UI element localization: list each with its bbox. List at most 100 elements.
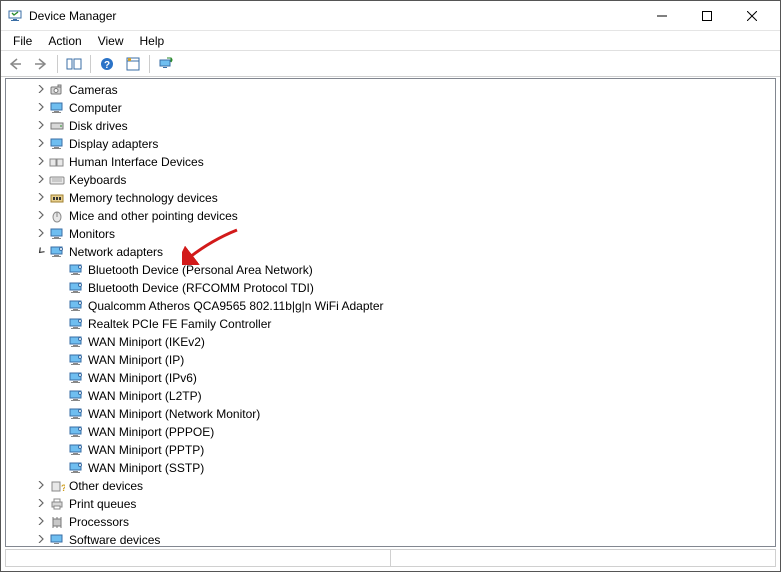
chevron-right-icon[interactable] [35,137,47,149]
disk-icon [49,118,65,134]
chevron-spacer [54,443,66,455]
net-icon [68,298,84,314]
minimize-button[interactable] [639,2,684,30]
tree-category-computer[interactable]: Computer [12,99,775,117]
menu-view[interactable]: View [90,32,132,50]
net-icon [68,424,84,440]
camera-icon [49,82,65,98]
net-icon [68,280,84,296]
tree-node-label: Processors [69,515,129,529]
tree-node-label: Human Interface Devices [69,155,204,169]
chevron-spacer [54,461,66,473]
tree-node-label: Memory technology devices [69,191,218,205]
tree-device-network-5[interactable]: WAN Miniport (IP) [12,351,775,369]
tree-device-network-0[interactable]: Bluetooth Device (Personal Area Network) [12,261,775,279]
tree-node-label: WAN Miniport (L2TP) [88,389,202,403]
other-icon: ? [49,478,65,494]
tree-node-label: WAN Miniport (Network Monitor) [88,407,260,421]
tree-category-hid[interactable]: Human Interface Devices [12,153,775,171]
tree-device-network-6[interactable]: WAN Miniport (IPv6) [12,369,775,387]
chevron-right-icon[interactable] [35,497,47,509]
net-icon [68,352,84,368]
computer-icon [49,100,65,116]
keyboard-icon [49,172,65,188]
tree-node-label: WAN Miniport (SSTP) [88,461,204,475]
tree-node-label: WAN Miniport (IP) [88,353,184,367]
chevron-right-icon[interactable] [35,227,47,239]
chevron-right-icon[interactable] [35,209,47,221]
tree-category-disk_drives[interactable]: Disk drives [12,117,775,135]
chevron-right-icon[interactable] [35,83,47,95]
chevron-spacer [54,281,66,293]
tree-category-keyboards[interactable]: Keyboards [12,171,775,189]
tree-node-label: Software devices [69,533,160,546]
menubar: File Action View Help [1,31,780,51]
chevron-right-icon[interactable] [35,119,47,131]
tree-device-network-8[interactable]: WAN Miniport (Network Monitor) [12,405,775,423]
tree-node-label: Cameras [69,83,118,97]
net-icon [68,442,84,458]
status-pane-left [6,550,391,566]
tree-device-network-7[interactable]: WAN Miniport (L2TP) [12,387,775,405]
svg-text:?: ? [104,60,110,71]
properties-button[interactable] [121,53,145,75]
toolbar: ? [1,51,780,77]
tree-category-print_queues[interactable]: Print queues [12,495,775,513]
chevron-right-icon[interactable] [35,101,47,113]
device-tree[interactable]: Cameras Computer Disk drives Display adapte… [6,79,775,546]
scan-hardware-button[interactable] [154,53,178,75]
chevron-down-icon[interactable] [35,245,47,257]
tree-node-label: Print queues [69,497,136,511]
tree-node-label: Mice and other pointing devices [69,209,238,223]
svg-text:?: ? [61,483,65,493]
tree-node-label: WAN Miniport (IKEv2) [88,335,205,349]
close-button[interactable] [729,2,774,30]
tree-category-memory_tech[interactable]: Memory technology devices [12,189,775,207]
tree-device-network-9[interactable]: WAN Miniport (PPPOE) [12,423,775,441]
window-controls [639,2,774,30]
menu-file[interactable]: File [5,32,40,50]
cpu-icon [49,514,65,530]
tree-device-network-2[interactable]: Qualcomm Atheros QCA9565 802.11b|g|n WiF… [12,297,775,315]
tree-category-other_devices[interactable]: ?Other devices [12,477,775,495]
printer-icon [49,496,65,512]
chevron-right-icon[interactable] [35,515,47,527]
tree-node-label: Disk drives [69,119,128,133]
tree-category-display_adapters[interactable]: Display adapters [12,135,775,153]
net-icon [68,460,84,476]
tree-node-label: Display adapters [69,137,158,151]
show-hide-console-tree-button[interactable] [62,53,86,75]
maximize-button[interactable] [684,2,729,30]
chevron-spacer [54,263,66,275]
back-button[interactable] [3,53,27,75]
tree-category-software_devices[interactable]: Software devices [12,531,775,546]
monitor-icon [49,226,65,242]
tree-category-monitors[interactable]: Monitors [12,225,775,243]
chevron-right-icon[interactable] [35,173,47,185]
chevron-spacer [54,425,66,437]
tree-device-network-11[interactable]: WAN Miniport (SSTP) [12,459,775,477]
menu-help[interactable]: Help [132,32,173,50]
chevron-right-icon[interactable] [35,533,47,545]
help-button[interactable]: ? [95,53,119,75]
chevron-spacer [54,353,66,365]
forward-button[interactable] [29,53,53,75]
tree-device-network-10[interactable]: WAN Miniport (PPTP) [12,441,775,459]
window-title: Device Manager [29,9,639,23]
chevron-right-icon[interactable] [35,191,47,203]
chevron-spacer [54,371,66,383]
tree-category-cameras[interactable]: Cameras [12,81,775,99]
toolbar-separator [57,55,58,73]
tree-device-network-3[interactable]: Realtek PCIe FE Family Controller [12,315,775,333]
tree-category-processors[interactable]: Processors [12,513,775,531]
tree-category-network-adapters[interactable]: Network adapters [12,243,775,261]
chevron-right-icon[interactable] [35,479,47,491]
chevron-right-icon[interactable] [35,155,47,167]
tree-device-network-4[interactable]: WAN Miniport (IKEv2) [12,333,775,351]
tree-node-label: WAN Miniport (PPPOE) [88,425,214,439]
tree-category-mice[interactable]: Mice and other pointing devices [12,207,775,225]
tree-node-label: Monitors [69,227,115,241]
menu-action[interactable]: Action [40,32,89,50]
tree-device-network-1[interactable]: Bluetooth Device (RFCOMM Protocol TDI) [12,279,775,297]
net-icon [49,244,65,260]
